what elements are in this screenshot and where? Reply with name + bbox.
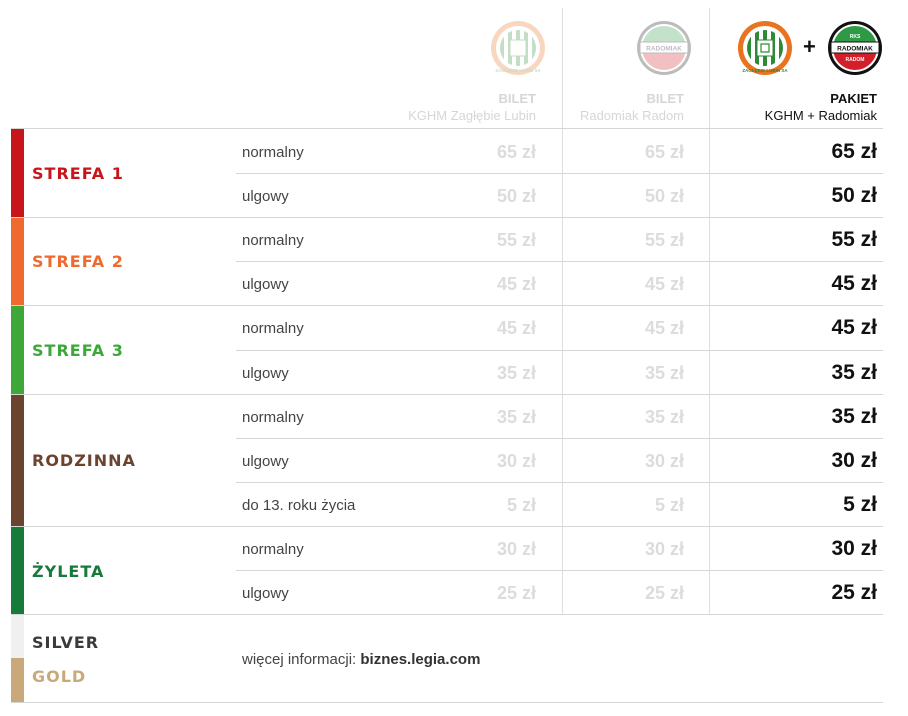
zone-divider bbox=[11, 526, 883, 527]
column-separator bbox=[709, 8, 710, 614]
strefa1-bar bbox=[11, 129, 24, 217]
radomiak-logo-bottom-text: RADOM bbox=[846, 57, 865, 63]
price-radomiak: 35 zł bbox=[644, 407, 684, 427]
zone-divider bbox=[11, 614, 883, 615]
header-kghm-line2: KGHM Zagłębie Lubin bbox=[408, 108, 536, 123]
header-pakiet: PAKIET KGHM + Radomiak bbox=[765, 90, 877, 124]
header-kghm: BILET KGHM Zagłębie Lubin bbox=[408, 90, 536, 124]
radomiak-logo-text: RADOMIAK bbox=[837, 46, 873, 53]
row-type: ulgowy bbox=[242, 276, 289, 293]
zone-name-strefa3: STREFA 3 bbox=[32, 341, 124, 360]
price-pakiet: 35 zł bbox=[831, 405, 877, 428]
row-type: normalny bbox=[242, 320, 304, 337]
row-type: normalny bbox=[242, 541, 304, 558]
column-separator bbox=[562, 8, 563, 614]
row-type: normalny bbox=[242, 144, 304, 161]
row-divider bbox=[236, 173, 883, 174]
silver-bar bbox=[11, 615, 24, 658]
header-pakiet-line1: PAKIET bbox=[830, 91, 877, 106]
row-divider bbox=[236, 350, 883, 351]
price-kghm: 45 zł bbox=[496, 318, 536, 338]
row-divider bbox=[236, 570, 883, 571]
strefa3-bar bbox=[11, 306, 24, 394]
price-kghm: 55 zł bbox=[496, 230, 536, 250]
price-radomiak: 30 zł bbox=[644, 451, 684, 471]
price-radomiak: 50 zł bbox=[644, 186, 684, 206]
zyleta-bar bbox=[11, 527, 24, 614]
more-info-link[interactable]: biznes.legia.com bbox=[360, 651, 480, 668]
radomiak-logo-top-text: RKS bbox=[850, 34, 861, 40]
plus-sign: + bbox=[803, 34, 816, 59]
header-radomiak: BILET Radomiak Radom bbox=[580, 90, 684, 124]
more-info-prefix: więcej informacji: bbox=[242, 651, 361, 668]
zone-divider bbox=[11, 217, 883, 218]
header-radomiak-line2: Radomiak Radom bbox=[579, 108, 684, 123]
price-kghm: 30 zł bbox=[496, 451, 536, 471]
price-radomiak: 45 zł bbox=[644, 318, 684, 338]
row-divider bbox=[236, 438, 883, 439]
zone-name-strefa2: STREFA 2 bbox=[32, 252, 124, 271]
price-kghm: 45 zł bbox=[496, 274, 536, 294]
gold-bar bbox=[11, 658, 24, 702]
price-pakiet: 5 zł bbox=[843, 493, 877, 516]
price-pakiet: 55 zł bbox=[831, 228, 877, 251]
price-radomiak: 30 zł bbox=[644, 539, 684, 559]
row-type: normalny bbox=[242, 409, 304, 426]
row-divider bbox=[236, 261, 883, 262]
zaglebie-lubin-logo-full: ZAGŁĘBIE LUBIN SA bbox=[738, 21, 792, 75]
radomiak-logo-text: RADOMIAK bbox=[646, 46, 682, 53]
row-type: ulgowy bbox=[242, 188, 289, 205]
price-kghm: 5 zł bbox=[506, 495, 536, 515]
price-pakiet: 35 zł bbox=[831, 361, 877, 384]
zaglebie-logo-text: ZAGŁĘBIE LUBIN SA bbox=[495, 68, 541, 73]
zone-name-zyleta: ŻYLETA bbox=[32, 562, 105, 581]
price-pakiet: 30 zł bbox=[831, 537, 877, 560]
zone-name-gold: GOLD bbox=[32, 667, 87, 686]
row-type: normalny bbox=[242, 232, 304, 249]
row-type: do 13. roku życia bbox=[242, 497, 356, 514]
zone-name-rodzinna: RODZINNA bbox=[32, 451, 136, 470]
header-pakiet-line2: KGHM + Radomiak bbox=[764, 108, 877, 123]
zone-divider bbox=[11, 394, 883, 395]
radomiak-radom-logo: RADOMIAK bbox=[637, 21, 691, 75]
price-pakiet: 45 zł bbox=[831, 272, 877, 295]
price-kghm: 50 zł bbox=[496, 186, 536, 206]
price-radomiak: 35 zł bbox=[644, 363, 684, 383]
row-type: ulgowy bbox=[242, 365, 289, 382]
price-radomiak: 45 zł bbox=[644, 274, 684, 294]
zaglebie-logo-text: ZAGŁĘBIE LUBIN SA bbox=[742, 68, 788, 73]
price-pakiet: 25 zł bbox=[831, 581, 877, 604]
zaglebie-lubin-logo: ZAGŁĘBIE LUBIN SA bbox=[491, 21, 545, 75]
price-pakiet: 50 zł bbox=[831, 184, 877, 207]
row-divider bbox=[236, 482, 883, 483]
price-pakiet: 65 zł bbox=[831, 140, 877, 163]
price-radomiak: 25 zł bbox=[644, 583, 684, 603]
price-kghm: 35 zł bbox=[496, 407, 536, 427]
price-radomiak: 65 zł bbox=[644, 142, 684, 162]
price-kghm: 25 zł bbox=[496, 583, 536, 603]
price-radomiak: 55 zł bbox=[644, 230, 684, 250]
zone-divider bbox=[11, 128, 883, 129]
header-radomiak-line1: BILET bbox=[646, 91, 684, 106]
price-pakiet: 30 zł bbox=[831, 449, 877, 472]
price-kghm: 65 zł bbox=[496, 142, 536, 162]
price-radomiak: 5 zł bbox=[654, 495, 684, 515]
row-type: ulgowy bbox=[242, 453, 289, 470]
price-pakiet: 45 zł bbox=[831, 316, 877, 339]
bottom-divider bbox=[11, 702, 883, 703]
more-info: więcej informacji: biznes.legia.com bbox=[242, 651, 480, 668]
price-kghm: 30 zł bbox=[496, 539, 536, 559]
header-kghm-line1: BILET bbox=[498, 91, 536, 106]
zone-name-silver: SILVER bbox=[32, 633, 100, 652]
zone-divider bbox=[11, 305, 883, 306]
strefa2-bar bbox=[11, 218, 24, 305]
radomiak-radom-logo-full: RADOMIAK RKS RADOM bbox=[828, 21, 882, 75]
rodzinna-bar bbox=[11, 395, 24, 526]
row-type: ulgowy bbox=[242, 585, 289, 602]
zone-name-strefa1: STREFA 1 bbox=[32, 164, 124, 183]
price-kghm: 35 zł bbox=[496, 363, 536, 383]
